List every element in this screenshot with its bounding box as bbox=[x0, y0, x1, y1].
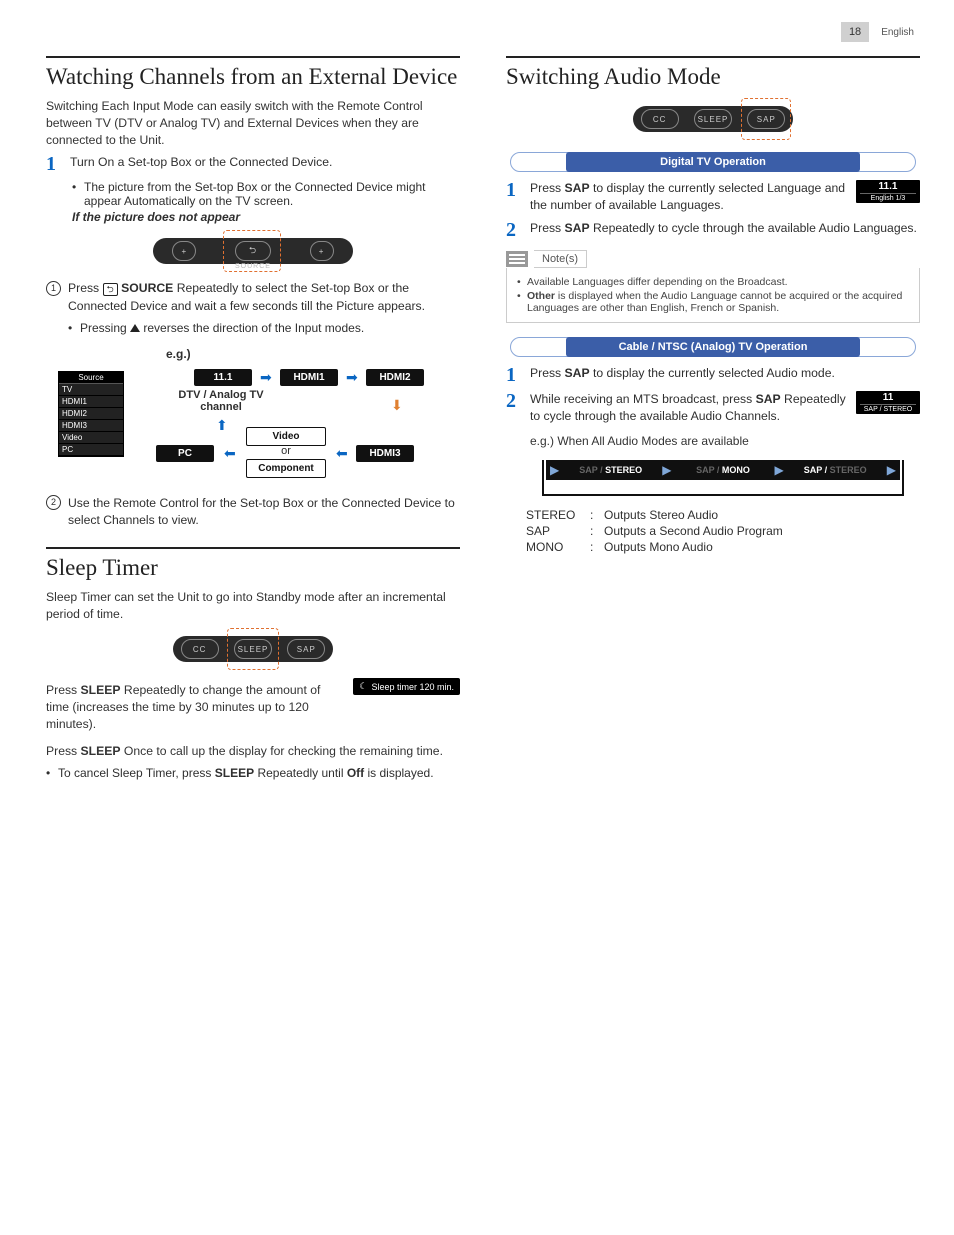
reverse-bullet: •Pressing reverses the direction of the … bbox=[68, 321, 460, 335]
remote-cc: CC bbox=[181, 639, 219, 659]
source-menu: Source TV HDMI1 HDMI2 HDMI3 Video PC bbox=[58, 371, 124, 457]
sleep-cancel-text: • To cancel Sleep Timer, press SLEEP Rep… bbox=[46, 766, 460, 780]
digital-step-1: 1 Press SAP to display the currently sel… bbox=[506, 180, 848, 214]
step-1: 1 Turn On a Set-top Box or the Connected… bbox=[46, 154, 460, 174]
if-picture-not-appear: If the picture does not appear bbox=[72, 210, 460, 224]
remote-cc: CC bbox=[641, 109, 679, 129]
remote-sap-graphic: CC SLEEP SAP bbox=[633, 98, 793, 138]
triangle-up-icon bbox=[130, 324, 140, 332]
step-1-bullet: •The picture from the Set-top Box or the… bbox=[72, 180, 460, 208]
pill-video: Video bbox=[246, 427, 326, 446]
remote-plus: + bbox=[310, 241, 334, 261]
circled-2: 2 Use the Remote Control for the Set-top… bbox=[46, 495, 460, 529]
remote-source-graphic: + ⮌ SOURCE + bbox=[153, 230, 353, 270]
circled-1: 1 Press ⮌ SOURCE Repeatedly to select th… bbox=[46, 280, 460, 314]
pill-hdmi3: HDMI3 bbox=[356, 445, 414, 462]
pill-pc: PC bbox=[156, 445, 214, 462]
osd-digital: 11.1English 1/3 bbox=[856, 180, 920, 203]
heading-audio-mode: Switching Audio Mode bbox=[506, 64, 920, 90]
osd-analog: 11SAP / STEREO bbox=[856, 391, 920, 414]
remote-sap: SAP bbox=[287, 639, 325, 659]
audio-definitions: STEREO:Outputs Stereo Audio SAP:Outputs … bbox=[526, 508, 920, 554]
moon-icon: ☾ bbox=[359, 681, 367, 692]
remote-sleep: SLEEP bbox=[694, 109, 732, 129]
pill-hdmi1: HDMI1 bbox=[280, 369, 338, 386]
right-column: Switching Audio Mode CC SLEEP SAP Digita… bbox=[506, 46, 920, 782]
sleep-press-text: Press SLEEP Repeatedly to change the amo… bbox=[46, 682, 343, 732]
source-icon: ⮌ bbox=[103, 283, 118, 296]
dtv-label: DTV / Analog TV channel bbox=[166, 389, 276, 413]
eg-label: e.g.) bbox=[166, 347, 460, 361]
remote-sleep-graphic: CC SLEEP SAP bbox=[173, 628, 333, 668]
sleep-osd: ☾Sleep timer 120 min. bbox=[353, 678, 460, 695]
analog-step-1: 1 Press SAP to display the currently sel… bbox=[506, 365, 920, 385]
pill-component: Component bbox=[246, 459, 326, 478]
pill-111: 11.1 bbox=[194, 369, 252, 386]
notes-header: Note(s) bbox=[506, 250, 920, 268]
page-header: 18 English bbox=[46, 18, 920, 42]
page-number: 18 bbox=[841, 22, 869, 42]
notes-icon bbox=[506, 251, 528, 267]
heading-external-device: Watching Channels from an External Devic… bbox=[46, 64, 460, 90]
page-language: English bbox=[875, 23, 920, 42]
left-column: Watching Channels from an External Devic… bbox=[46, 46, 460, 782]
analog-step-2: 2 While receiving an MTS broadcast, pres… bbox=[506, 391, 848, 425]
heading-sleep-timer: Sleep Timer bbox=[46, 555, 460, 581]
source-flow-diagram: Source TV HDMI1 HDMI2 HDMI3 Video PC 11.… bbox=[46, 367, 460, 487]
pill-hdmi2: HDMI2 bbox=[366, 369, 424, 386]
ribbon-digital: Digital TV Operation bbox=[506, 152, 920, 172]
remote-plus: + bbox=[172, 241, 196, 261]
intro-text: Switching Each Input Mode can easily swi… bbox=[46, 98, 460, 148]
sleep-intro: Sleep Timer can set the Unit to go into … bbox=[46, 589, 460, 623]
notes-body: •Available Languages differ depending on… bbox=[506, 268, 920, 323]
audio-cycle-diagram: ▶ SAP / STEREO ▶ SAP / MONO ▶ SAP / STER… bbox=[526, 454, 920, 498]
eg-audio: e.g.) When All Audio Modes are available bbox=[530, 433, 920, 450]
ribbon-analog: Cable / NTSC (Analog) TV Operation bbox=[506, 337, 920, 357]
digital-step-2: 2 Press SAP Repeatedly to cycle through … bbox=[506, 220, 920, 240]
sleep-once-text: Press SLEEP Once to call up the display … bbox=[46, 743, 460, 760]
